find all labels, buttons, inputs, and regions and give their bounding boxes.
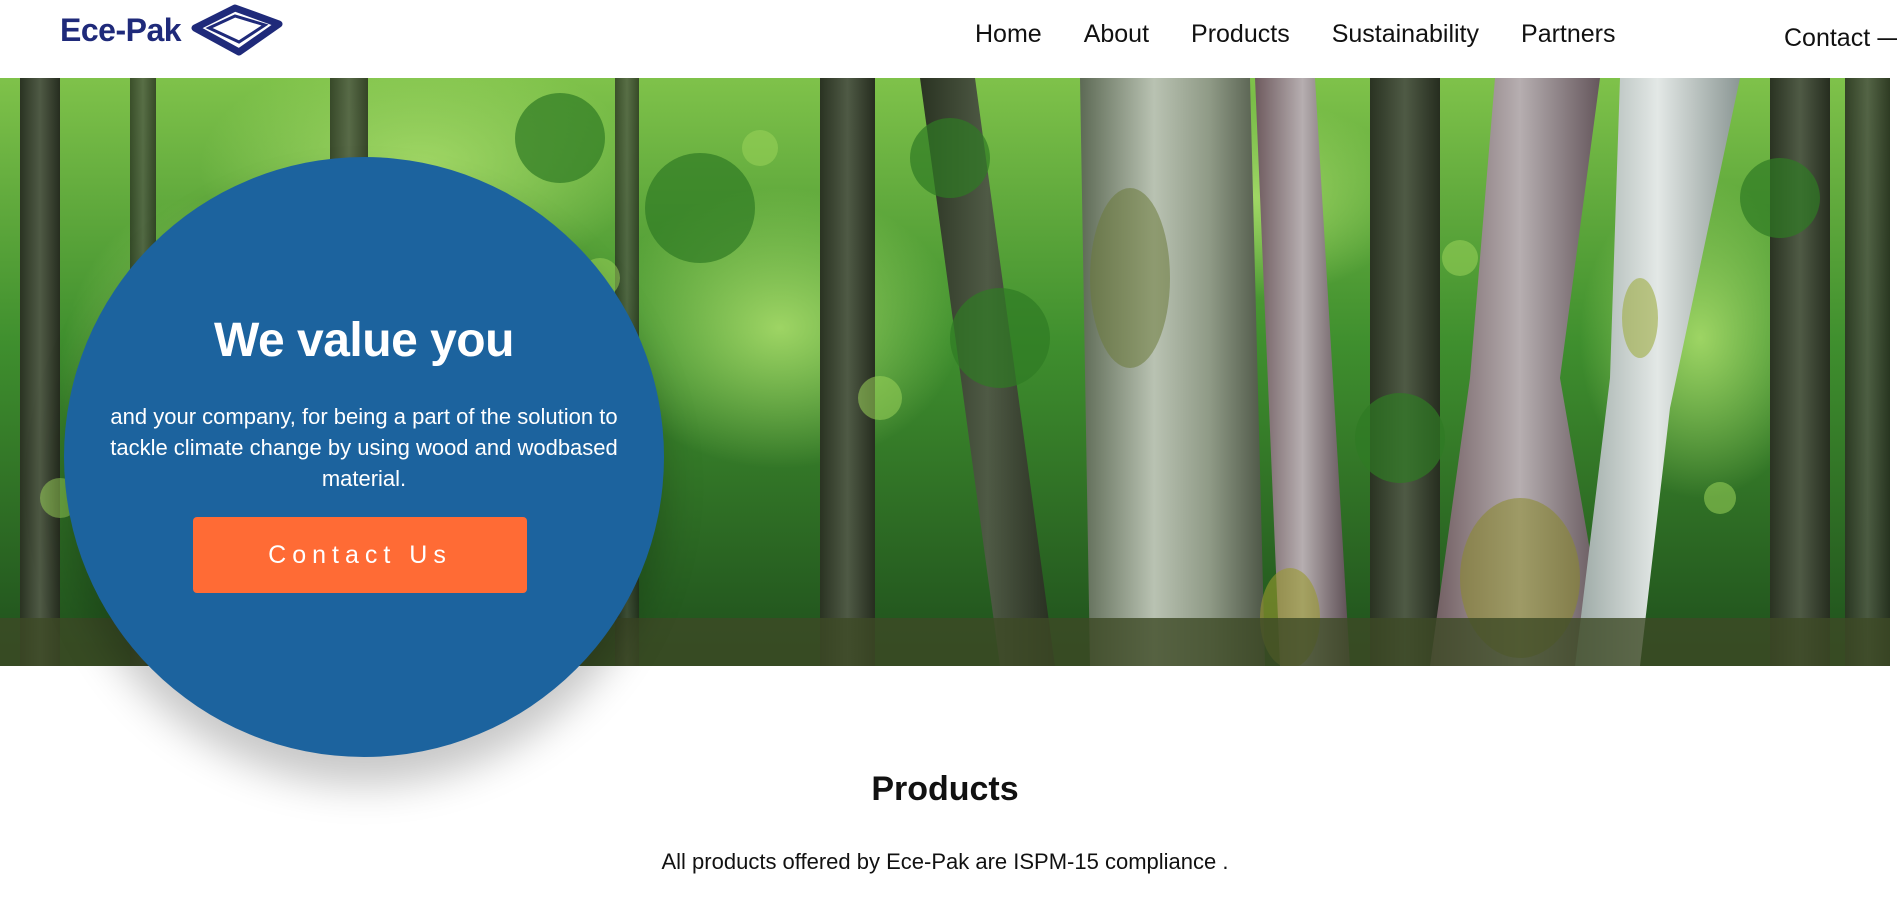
hero-title: We value you — [214, 314, 514, 367]
logo-text: Ece-Pak — [60, 11, 182, 48]
nav-sustainability[interactable]: Sustainability — [1332, 16, 1479, 52]
page: Ece-Pak Home About Products Sustainabili… — [0, 0, 1897, 920]
nav-products[interactable]: Products — [1191, 16, 1290, 52]
products-heading: Products — [871, 770, 1019, 808]
arrow-right-icon: ⟶ — [1876, 27, 1897, 52]
products-subtitle: All products offered by Ece-Pak are ISPM… — [661, 849, 1229, 874]
main-nav: Home About Products Sustainability Partn… — [975, 16, 1658, 52]
hero-circle-card: We value you and your company, for being… — [64, 157, 664, 757]
nav-about[interactable]: About — [1084, 16, 1149, 52]
nav-contact[interactable]: Contact ⟶ — [1784, 20, 1897, 58]
contact-us-button[interactable]: Contact Us — [193, 517, 527, 593]
nav-home[interactable]: Home — [975, 16, 1042, 52]
nav-contact-label: Contact — [1784, 24, 1871, 52]
hero-text: and your company, for being a part of th… — [110, 404, 618, 491]
nav-partners[interactable]: Partners — [1521, 16, 1615, 52]
pallet-logo-icon — [191, 4, 283, 56]
logo-link[interactable]: Ece-Pak — [60, 4, 285, 56]
site-header: Ece-Pak Home About Products Sustainabili… — [0, 0, 1897, 78]
